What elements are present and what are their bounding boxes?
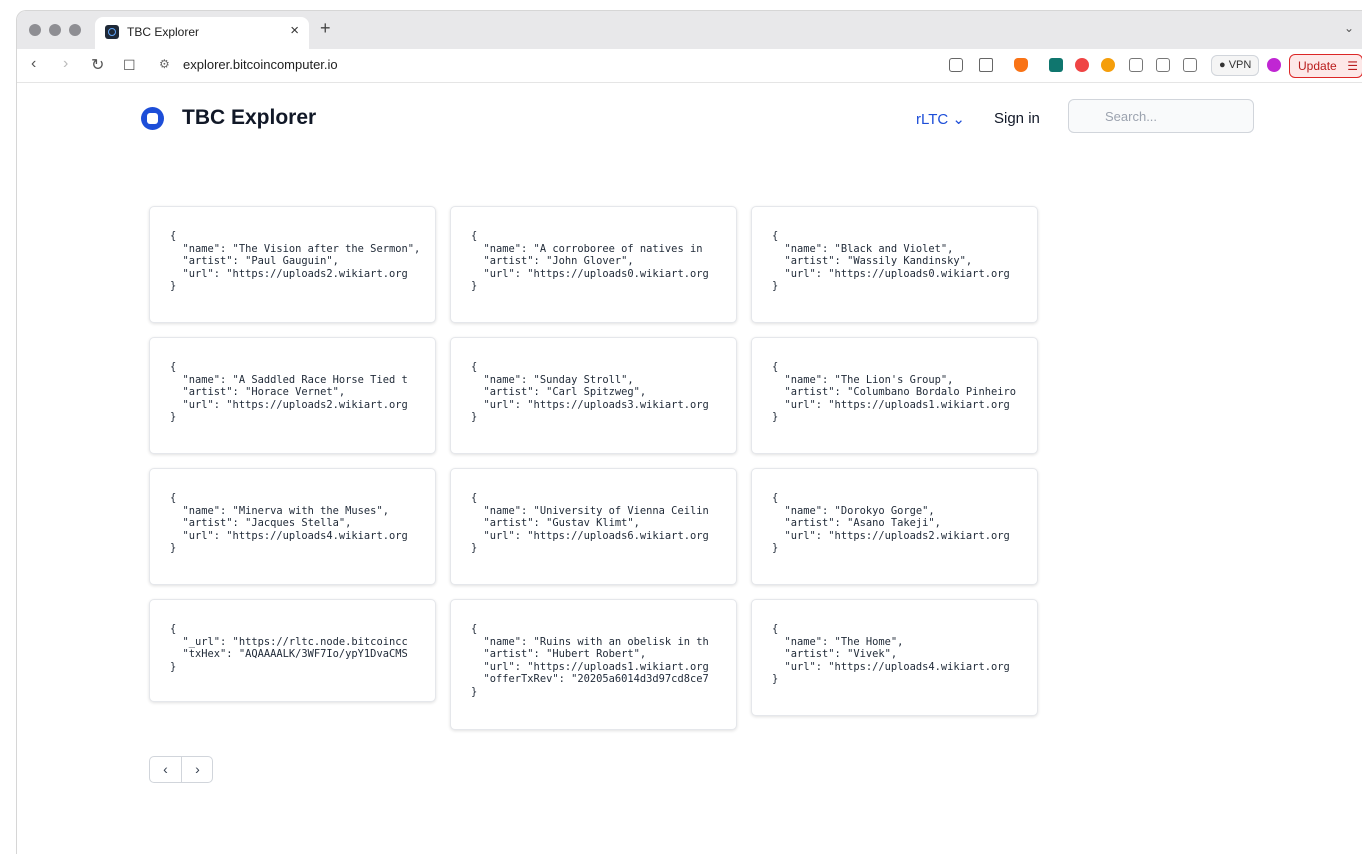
zoom-window-icon[interactable] bbox=[69, 24, 81, 36]
address-bar[interactable]: ⚙ explorer.bitcoincomputer.io bbox=[149, 52, 1029, 78]
card-json: { "name": "University of Vienna Ceilin "… bbox=[471, 492, 709, 554]
card[interactable]: { "name": "The Home", "artist": "Vivek",… bbox=[751, 599, 1038, 716]
cast-icon[interactable] bbox=[949, 58, 963, 72]
back-icon[interactable]: ‹ bbox=[31, 55, 36, 73]
card-json: { "name": "Ruins with an obelisk in th "… bbox=[471, 623, 709, 698]
card[interactable]: { "name": "University of Vienna Ceilin "… bbox=[450, 468, 737, 585]
card-json: { "name": "Black and Violet", "artist": … bbox=[772, 230, 1010, 292]
tab-close-icon[interactable]: × bbox=[290, 22, 299, 39]
extension-circle-icon[interactable] bbox=[1101, 58, 1115, 72]
card-json: { "name": "The Home", "artist": "Vivek",… bbox=[772, 623, 1010, 685]
browser-toolbar: ‹ › ↻ ☐ ⚙ explorer.bitcoincomputer.io ● … bbox=[17, 49, 1362, 83]
card-json: { "name": "Minerva with the Muses", "art… bbox=[170, 492, 408, 554]
network-selector[interactable]: rLTC ⌄ bbox=[916, 110, 965, 128]
card-json: { "name": "A corroboree of natives in "a… bbox=[471, 230, 709, 292]
pagination: ‹ › bbox=[149, 756, 213, 783]
card[interactable]: { "name": "Sunday Stroll", "artist": "Ca… bbox=[450, 337, 737, 454]
reader-icon[interactable] bbox=[1129, 58, 1143, 72]
card-json: { "name": "The Vision after the Sermon",… bbox=[170, 230, 421, 292]
page: TBC Explorer rLTC ⌄ Sign in { "name": "T… bbox=[17, 84, 1362, 854]
share-icon[interactable] bbox=[979, 58, 993, 72]
chevron-down-icon: ⌄ bbox=[952, 111, 965, 128]
browser-window: TBC Explorer × + ⌄ ‹ › ↻ ☐ ⚙ explorer.bi… bbox=[16, 10, 1362, 854]
previous-page-button[interactable]: ‹ bbox=[150, 757, 181, 782]
reload-icon[interactable]: ↻ bbox=[91, 55, 104, 75]
brave-shield-icon[interactable] bbox=[1014, 58, 1028, 72]
close-window-icon[interactable] bbox=[29, 24, 41, 36]
network-label: rLTC bbox=[916, 111, 949, 128]
next-page-button[interactable]: › bbox=[182, 757, 213, 782]
logo-icon[interactable] bbox=[141, 107, 164, 130]
card-json: { "name": "Sunday Stroll", "artist": "Ca… bbox=[471, 361, 709, 423]
extension-megaphone-icon[interactable] bbox=[1075, 58, 1089, 72]
card[interactable]: { "name": "Black and Violet", "artist": … bbox=[751, 206, 1038, 323]
update-button[interactable]: Update ☰ bbox=[1289, 54, 1362, 78]
card-json: { "_url": "https://rltc.node.bitcoincc "… bbox=[170, 623, 408, 673]
card-json: { "name": "Dorokyo Gorge", "artist": "As… bbox=[772, 492, 1010, 554]
tab-title: TBC Explorer bbox=[127, 25, 200, 39]
address-url[interactable]: explorer.bitcoincomputer.io bbox=[183, 57, 338, 72]
bookmark-icon[interactable]: ☐ bbox=[123, 57, 136, 74]
browser-tab[interactable]: TBC Explorer × bbox=[95, 17, 309, 49]
forward-icon[interactable]: › bbox=[63, 55, 68, 73]
brand-title[interactable]: TBC Explorer bbox=[182, 106, 316, 130]
extensions-icon[interactable] bbox=[1156, 58, 1170, 72]
card-json: { "name": "The Lion's Group", "artist": … bbox=[772, 361, 1016, 423]
card[interactable]: { "name": "The Lion's Group", "artist": … bbox=[751, 337, 1038, 454]
card[interactable]: { "name": "A Saddled Race Horse Tied t "… bbox=[149, 337, 436, 454]
tab-favicon-icon bbox=[105, 25, 119, 39]
card[interactable]: { "name": "A corroboree of natives in "a… bbox=[450, 206, 737, 323]
wallet-icon[interactable] bbox=[1183, 58, 1197, 72]
new-tab-button[interactable]: + bbox=[320, 18, 331, 39]
vpn-dot-icon: ● bbox=[1219, 59, 1226, 71]
menu-icon: ☰ bbox=[1347, 59, 1358, 73]
card-json: { "name": "A Saddled Race Horse Tied t "… bbox=[170, 361, 408, 423]
site-settings-icon[interactable]: ⚙ bbox=[159, 57, 170, 71]
tab-strip: TBC Explorer × + ⌄ bbox=[17, 11, 1362, 49]
update-label: Update bbox=[1298, 59, 1337, 73]
vpn-label: VPN bbox=[1228, 59, 1252, 71]
search-input[interactable] bbox=[1068, 99, 1254, 133]
card[interactable]: { "name": "Ruins with an obelisk in th "… bbox=[450, 599, 737, 730]
minimize-window-icon[interactable] bbox=[49, 24, 61, 36]
card[interactable]: { "_url": "https://rltc.node.bitcoincc "… bbox=[149, 599, 436, 702]
vpn-button[interactable]: ● VPN bbox=[1211, 55, 1260, 76]
extension-h-icon[interactable] bbox=[1049, 58, 1063, 72]
card[interactable]: { "name": "Minerva with the Muses", "art… bbox=[149, 468, 436, 585]
card[interactable]: { "name": "Dorokyo Gorge", "artist": "As… bbox=[751, 468, 1038, 585]
card[interactable]: { "name": "The Vision after the Sermon",… bbox=[149, 206, 436, 323]
sign-in-link[interactable]: Sign in bbox=[994, 110, 1040, 127]
profile-icon[interactable] bbox=[1267, 58, 1281, 72]
tab-list-chevron-icon[interactable]: ⌄ bbox=[1344, 21, 1354, 35]
